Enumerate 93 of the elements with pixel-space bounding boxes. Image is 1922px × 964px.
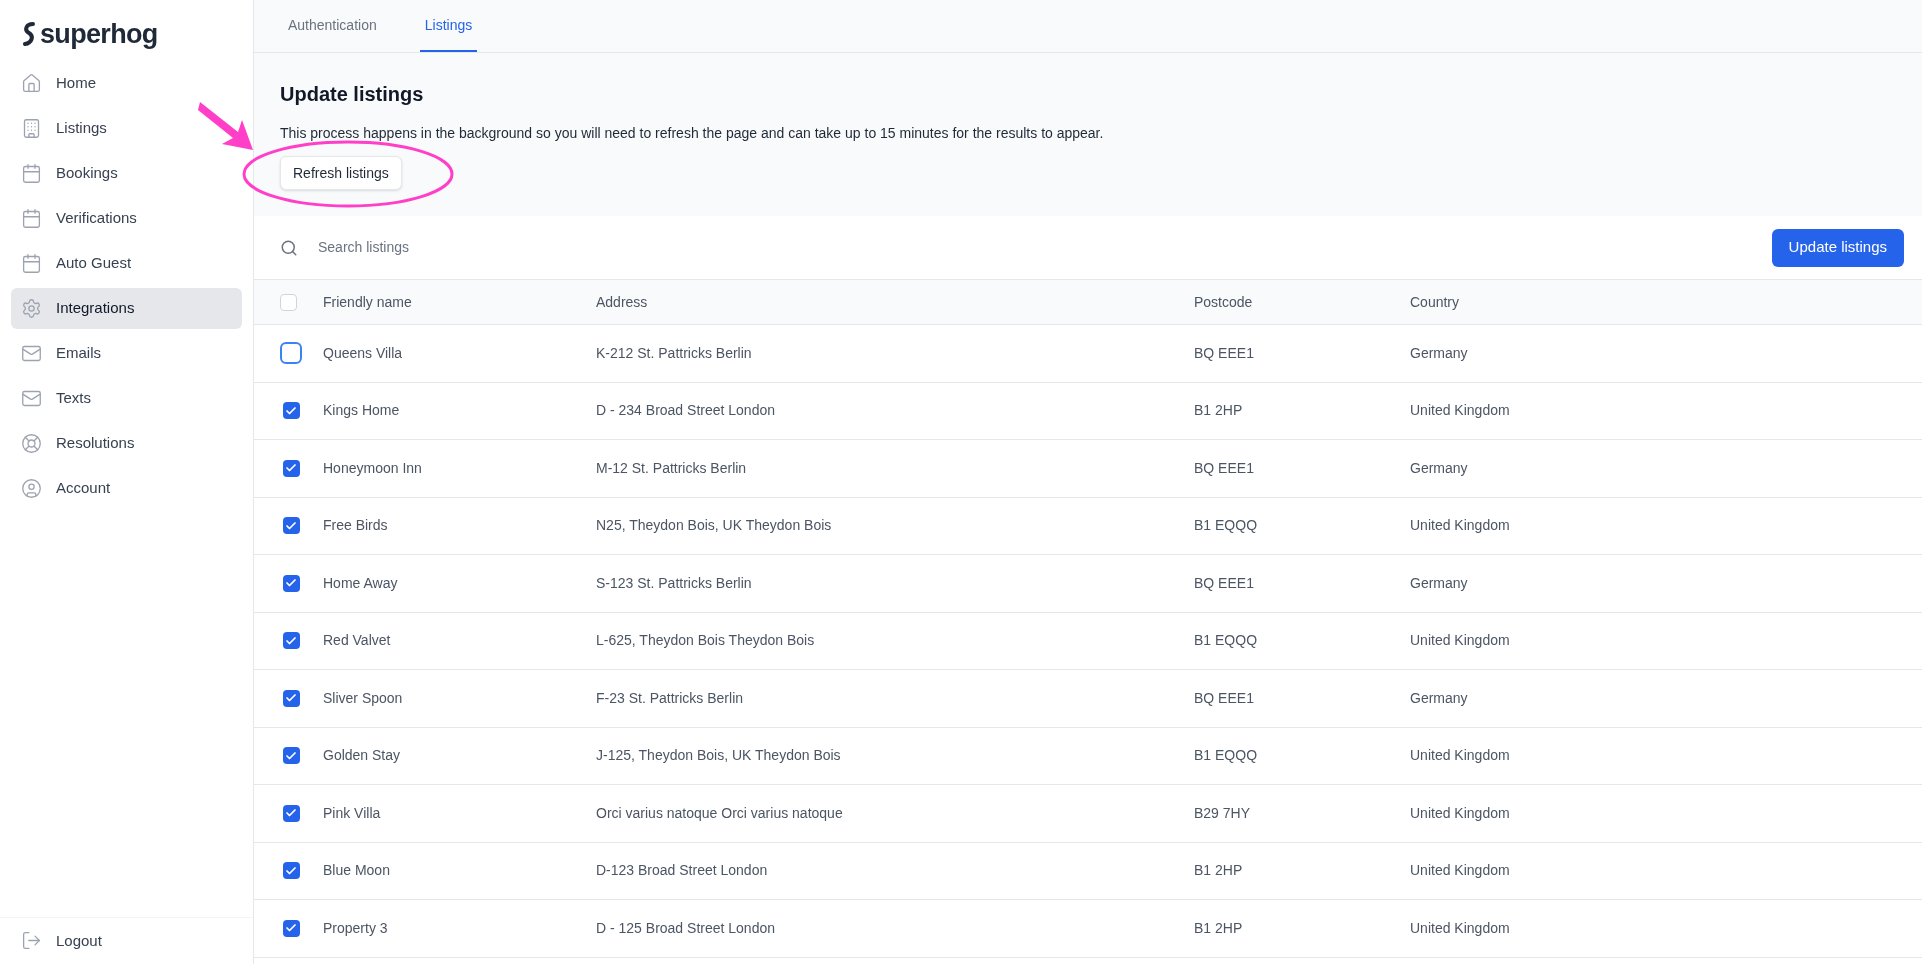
logo-icon bbox=[22, 22, 36, 47]
table-cell: L-625, Theydon Bois Theydon Bois bbox=[596, 632, 815, 649]
column-header: Address bbox=[596, 293, 648, 310]
column-header: Country bbox=[1410, 293, 1460, 310]
sidebar-item[interactable]: Account bbox=[11, 467, 121, 509]
table-cell: M-12 St. Pattricks Berlin bbox=[596, 459, 747, 476]
table-cell: B1 2HP bbox=[1194, 919, 1243, 936]
calendar-icon bbox=[21, 162, 42, 184]
lifebuoy-icon bbox=[21, 432, 42, 454]
sidebar-item[interactable]: Emails bbox=[11, 332, 111, 374]
check-icon bbox=[285, 634, 297, 647]
checkbox[interactable] bbox=[282, 459, 300, 477]
settings-icon bbox=[21, 297, 42, 319]
table-cell: Honeymoon Inn bbox=[323, 459, 422, 476]
column-header: Postcode bbox=[1194, 293, 1253, 310]
table-cell: Orci varius natoque Orci varius natoque bbox=[596, 804, 843, 821]
table-cell: Pink Villa bbox=[323, 804, 381, 821]
table-cell: Golden Stay bbox=[323, 747, 401, 764]
table-cell: United Kingdom bbox=[1410, 804, 1510, 821]
checkbox[interactable] bbox=[282, 804, 300, 822]
sidebar-item[interactable]: Bookings bbox=[11, 152, 128, 194]
check-icon bbox=[285, 519, 297, 532]
table-cell: United Kingdom bbox=[1410, 402, 1510, 419]
table-cell: B1 EQQQ bbox=[1194, 747, 1258, 764]
logout-link[interactable]: Logout bbox=[21, 929, 232, 952]
table-cell: B1 EQQQ bbox=[1194, 517, 1258, 534]
table-cell: BQ EEE1 bbox=[1194, 689, 1254, 706]
refresh-listings-button[interactable]: Refresh listings bbox=[280, 156, 402, 190]
table-cell: N25, Theydon Bois, UK Theydon Bois bbox=[596, 517, 832, 534]
table-cell: B29 7HY bbox=[1194, 804, 1251, 821]
checkbox[interactable] bbox=[282, 574, 300, 592]
check-icon bbox=[285, 749, 297, 762]
checkbox[interactable] bbox=[282, 632, 300, 650]
table-cell: D - 234 Broad Street London bbox=[596, 402, 775, 419]
table-cell: BQ EEE1 bbox=[1194, 459, 1254, 476]
sidebar-item[interactable]: Integrations bbox=[11, 287, 242, 329]
table-cell: B1 2HP bbox=[1194, 862, 1243, 879]
table-cell: United Kingdom bbox=[1410, 517, 1510, 534]
table-cell: United Kingdom bbox=[1410, 632, 1510, 649]
table-cell: Germany bbox=[1410, 459, 1468, 476]
column-header: Friendly name bbox=[323, 293, 412, 310]
table-cell: B1 EQQQ bbox=[1194, 632, 1258, 649]
table-cell: S-123 St. Pattricks Berlin bbox=[596, 574, 752, 591]
checkbox[interactable] bbox=[282, 689, 300, 707]
sidebar-item[interactable]: Texts bbox=[11, 377, 101, 419]
checkbox[interactable] bbox=[282, 919, 300, 937]
table-cell: Blue Moon bbox=[323, 862, 390, 879]
table-cell: United Kingdom bbox=[1410, 862, 1510, 879]
table-cell: F-23 St. Pattricks Berlin bbox=[596, 689, 744, 706]
table-cell: United Kingdom bbox=[1410, 747, 1510, 764]
section-description: This process happens in the background so you will need to refresh the page and can take up to 15 minutes for the results to appear. bbox=[280, 124, 1104, 143]
section-title: Update listings bbox=[280, 82, 424, 107]
table-cell: Sliver Spoon bbox=[323, 689, 403, 706]
search-icon bbox=[280, 238, 298, 257]
table-cell: Germany bbox=[1410, 574, 1468, 591]
logo-text: superhog bbox=[40, 18, 158, 51]
table-cell: Kings Home bbox=[323, 402, 400, 419]
table-cell: D-123 Broad Street London bbox=[596, 862, 768, 879]
table-cell: Germany bbox=[1410, 344, 1468, 361]
table-cell: United Kingdom bbox=[1410, 919, 1510, 936]
table-cell: Red Valvet bbox=[323, 632, 391, 649]
table-cell: K-212 St. Pattricks Berlin bbox=[596, 344, 752, 361]
checkbox[interactable] bbox=[282, 747, 300, 765]
table-cell: B1 2HP bbox=[1194, 402, 1243, 419]
table-cell: BQ EEE1 bbox=[1194, 344, 1254, 361]
checkbox[interactable] bbox=[282, 862, 300, 880]
user-icon bbox=[21, 477, 42, 499]
table-cell: BQ EEE1 bbox=[1194, 574, 1254, 591]
table-cell: Home Away bbox=[323, 574, 398, 591]
sidebar-item[interactable]: Resolutions bbox=[11, 422, 145, 464]
checkbox[interactable] bbox=[282, 517, 300, 535]
home-icon bbox=[21, 72, 42, 94]
search-field[interactable]: Search listings bbox=[318, 237, 718, 258]
table-cell: D - 125 Broad Street London bbox=[596, 919, 775, 936]
sidebar-item[interactable]: Verifications bbox=[11, 197, 147, 239]
update-listings-button[interactable]: Update listings bbox=[1771, 228, 1904, 267]
sidebar-item[interactable]: Home bbox=[11, 62, 106, 104]
sidebar-item[interactable]: Listings bbox=[11, 107, 117, 149]
table-cell: Germany bbox=[1410, 689, 1468, 706]
table-cell: J-125, Theydon Bois, UK Theydon Bois bbox=[596, 747, 841, 764]
calendar-icon bbox=[21, 252, 42, 274]
check-icon bbox=[285, 404, 297, 417]
calendar-icon bbox=[21, 207, 42, 229]
checkbox[interactable] bbox=[280, 342, 302, 365]
table-cell: Free Birds bbox=[323, 517, 388, 534]
building-icon bbox=[21, 117, 42, 139]
checkbox[interactable] bbox=[282, 402, 300, 420]
sidebar-item[interactable]: Auto Guest bbox=[11, 242, 142, 284]
tab[interactable]: Authentication bbox=[283, 0, 382, 52]
table-cell: Property 3 bbox=[323, 919, 388, 936]
table-cell: Queens Villa bbox=[323, 344, 403, 361]
check-icon bbox=[285, 864, 297, 877]
logout-icon bbox=[21, 930, 42, 952]
